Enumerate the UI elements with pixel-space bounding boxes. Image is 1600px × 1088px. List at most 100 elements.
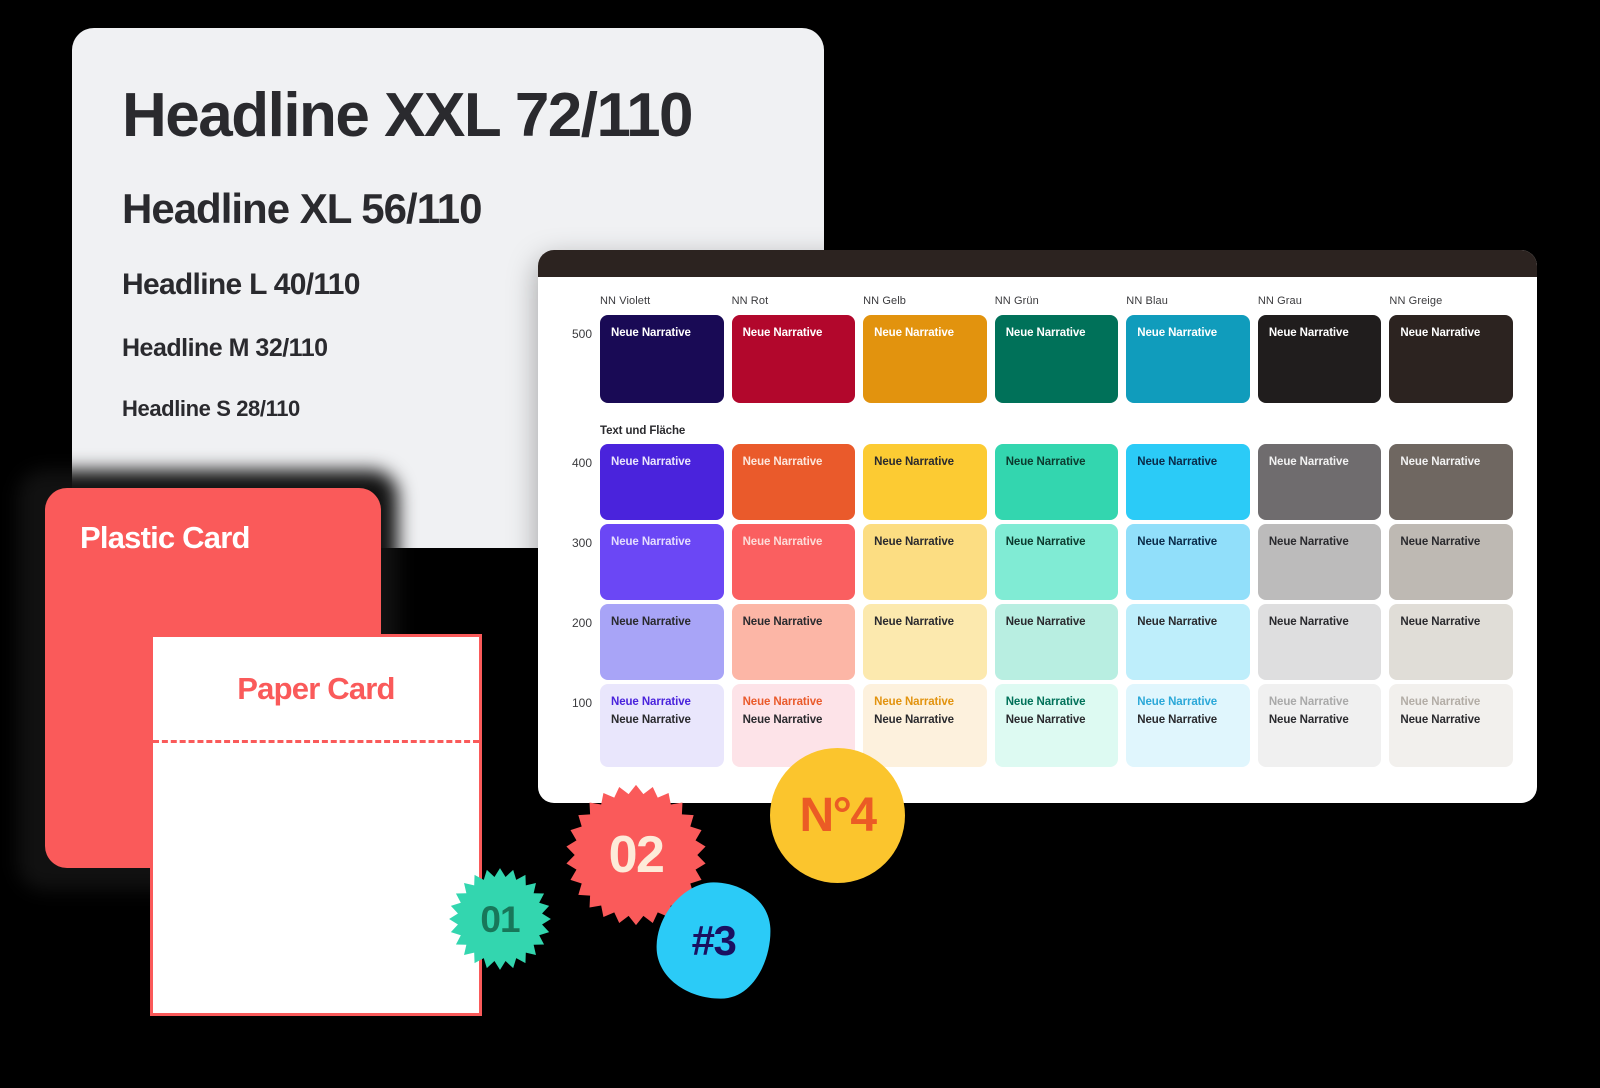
swatch-label: Neue Narrative	[874, 456, 954, 468]
palette-row: 100 Neue Narrative Neue Narrative Neue Narr…	[572, 684, 1513, 767]
swatch-label: Neue Narrative	[1268, 536, 1349, 548]
color-swatch[interactable]: Neue Narrative Neue Narrative	[863, 684, 987, 767]
color-swatch[interactable]: Neue Narrative	[863, 524, 987, 600]
badge-01[interactable]: 01	[447, 866, 553, 972]
swatch-label: Neue Narrative	[742, 456, 823, 468]
palette-column-header: NN Greige	[1389, 295, 1443, 307]
color-swatch[interactable]: Neue Narrative	[600, 444, 724, 520]
color-swatch[interactable]: Neue Narrative	[731, 315, 856, 403]
paper-card-title: Paper Card	[237, 671, 395, 706]
swatch-label: Neue Narrative	[1400, 456, 1481, 468]
swatch-label-secondary: Neue Narrative	[874, 713, 954, 726]
swatch-label: Neue Narrative	[1137, 327, 1218, 339]
palette-column-header: NN Grau	[1257, 295, 1302, 307]
color-swatch[interactable]: Neue Narrative	[1126, 444, 1250, 520]
swatch-label: Neue Narrative	[1268, 616, 1349, 628]
color-swatch[interactable]: Neue Narrative	[1126, 604, 1250, 680]
swatch-label-secondary: Neue Narrative	[1137, 713, 1218, 726]
palette-row: 500 Neue Narrative Neue Narrative Neue Narr…	[572, 315, 1513, 403]
swatch-label: Neue Narrative	[1005, 616, 1086, 628]
color-swatch[interactable]: Neue Narrative	[1257, 315, 1382, 403]
swatch-label: Neue Narrative	[1005, 327, 1086, 339]
palette-section-label: Text und Fläche	[600, 425, 686, 437]
swatch-label: Neue Narrative	[611, 616, 691, 628]
swatch-label: Neue Narrative	[611, 456, 691, 468]
color-swatch[interactable]: Neue Narrative	[1389, 315, 1513, 403]
swatch-label: Neue Narrative	[1400, 536, 1481, 548]
palette-row-level-label: 300	[571, 536, 592, 550]
swatch-label: Neue Narrative	[1400, 327, 1481, 339]
plastic-card-title: Plastic Card	[80, 520, 250, 555]
swatch-label: Neue Narrative	[1268, 327, 1349, 339]
headline-xxl: Headline XXL 72/110	[122, 81, 694, 150]
palette-column-headers: NN Violett NN Rot NN Gelb NN Grün NN Blau NN …	[600, 295, 1513, 307]
palette-rows: 500 Neue Narrative Neue Narrative Neue Narr…	[572, 315, 1513, 767]
swatch-label-secondary: Neue Narrative	[611, 713, 691, 726]
color-swatch[interactable]: Neue Narrative	[731, 444, 856, 520]
color-swatch[interactable]: Neue Narrative	[600, 524, 724, 600]
palette-column-header: NN Blau	[1126, 295, 1168, 307]
color-swatch[interactable]: Neue Narrative	[1389, 524, 1513, 600]
swatch-label: Neue Narrative	[742, 327, 823, 339]
color-swatch[interactable]: Neue Narrative	[863, 604, 987, 680]
badge-04-label: N°4	[799, 788, 877, 842]
color-swatch[interactable]: Neue Narrative	[731, 524, 856, 600]
color-swatch[interactable]: Neue Narrative	[1126, 315, 1250, 403]
color-swatch[interactable]: Neue Narrative	[863, 315, 987, 403]
palette-column-header: NN Violett	[600, 295, 651, 307]
swatch-label: Neue Narrative	[874, 327, 954, 339]
palette-window-body: NN Violett NN Rot NN Gelb NN Grün NN Blau NN …	[538, 277, 1537, 803]
swatch-label: Neue Narrative	[611, 327, 691, 339]
color-swatch[interactable]: Neue Narrative Neue Narrative	[1389, 684, 1513, 767]
swatch-label-secondary: Neue Narrative	[1268, 713, 1349, 726]
color-swatch[interactable]: Neue Narrative	[1126, 524, 1250, 600]
badge-03[interactable]: #3	[653, 880, 774, 1001]
color-swatch[interactable]: Neue Narrative	[600, 604, 724, 680]
color-swatch[interactable]: Neue Narrative	[731, 604, 856, 680]
badge-03-label: #3	[691, 916, 737, 964]
palette-row-level-label: 200	[571, 616, 592, 630]
swatch-label: Neue Narrative	[611, 536, 691, 548]
swatch-label: Neue Narrative	[1400, 616, 1481, 628]
color-swatch[interactable]: Neue Narrative	[994, 524, 1119, 600]
badge-01-label: 01	[480, 898, 520, 940]
paper-card: Paper Card	[150, 634, 482, 1016]
color-swatch[interactable]: Neue Narrative Neue Narrative	[1257, 684, 1382, 767]
color-swatch[interactable]: Neue Narrative Neue Narrative	[1126, 684, 1250, 767]
color-swatch[interactable]: Neue Narrative	[994, 315, 1119, 403]
color-swatch[interactable]: Neue Narrative	[1389, 444, 1513, 520]
color-swatch[interactable]: Neue Narrative	[994, 604, 1119, 680]
color-swatch[interactable]: Neue Narrative	[1257, 444, 1382, 520]
swatch-label: Neue Narrative	[1400, 696, 1481, 708]
palette-row-level-label: 500	[571, 327, 592, 341]
color-swatch[interactable]: Neue Narrative Neue Narrative	[600, 684, 724, 767]
badge-04[interactable]: N°4	[770, 748, 905, 883]
palette-row: 300 Neue Narrative Neue Narrative Neue Narr…	[572, 524, 1513, 600]
swatch-label: Neue Narrative	[874, 536, 954, 548]
color-swatch[interactable]: Neue Narrative	[863, 444, 987, 520]
swatch-label: Neue Narrative	[742, 696, 823, 708]
swatch-label: Neue Narrative	[742, 616, 823, 628]
badge-02-label: 02	[608, 826, 665, 884]
paper-card-perforation-line	[153, 740, 479, 743]
palette-row: 400 Neue Narrative Neue Narrative Neue Narr…	[572, 444, 1513, 520]
palette-column-header: NN Gelb	[863, 295, 907, 307]
color-swatch[interactable]: Neue Narrative	[994, 444, 1119, 520]
swatch-label: Neue Narrative	[1005, 456, 1086, 468]
swatch-label: Neue Narrative	[742, 536, 823, 548]
palette-column-header: NN Grün	[994, 295, 1039, 307]
color-swatch[interactable]: Neue Narrative	[1257, 524, 1382, 600]
swatch-label-secondary: Neue Narrative	[742, 713, 823, 726]
color-swatch[interactable]: Neue Narrative	[1389, 604, 1513, 680]
palette-row-level-label: 100	[571, 696, 592, 710]
swatch-label: Neue Narrative	[1137, 536, 1218, 548]
color-swatch[interactable]: Neue Narrative	[1257, 604, 1382, 680]
palette-grid: NN Violett NN Rot NN Gelb NN Grün NN Blau NN …	[572, 295, 1513, 767]
palette-row-level-label: 400	[571, 456, 592, 470]
swatch-label-secondary: Neue Narrative	[1400, 713, 1481, 726]
headline-xl: Headline XL 56/110	[122, 185, 482, 233]
color-swatch[interactable]: Neue Narrative	[600, 315, 724, 403]
swatch-label: Neue Narrative	[611, 696, 691, 708]
color-swatch[interactable]: Neue Narrative Neue Narrative	[994, 684, 1119, 767]
swatch-label: Neue Narrative	[1268, 456, 1349, 468]
